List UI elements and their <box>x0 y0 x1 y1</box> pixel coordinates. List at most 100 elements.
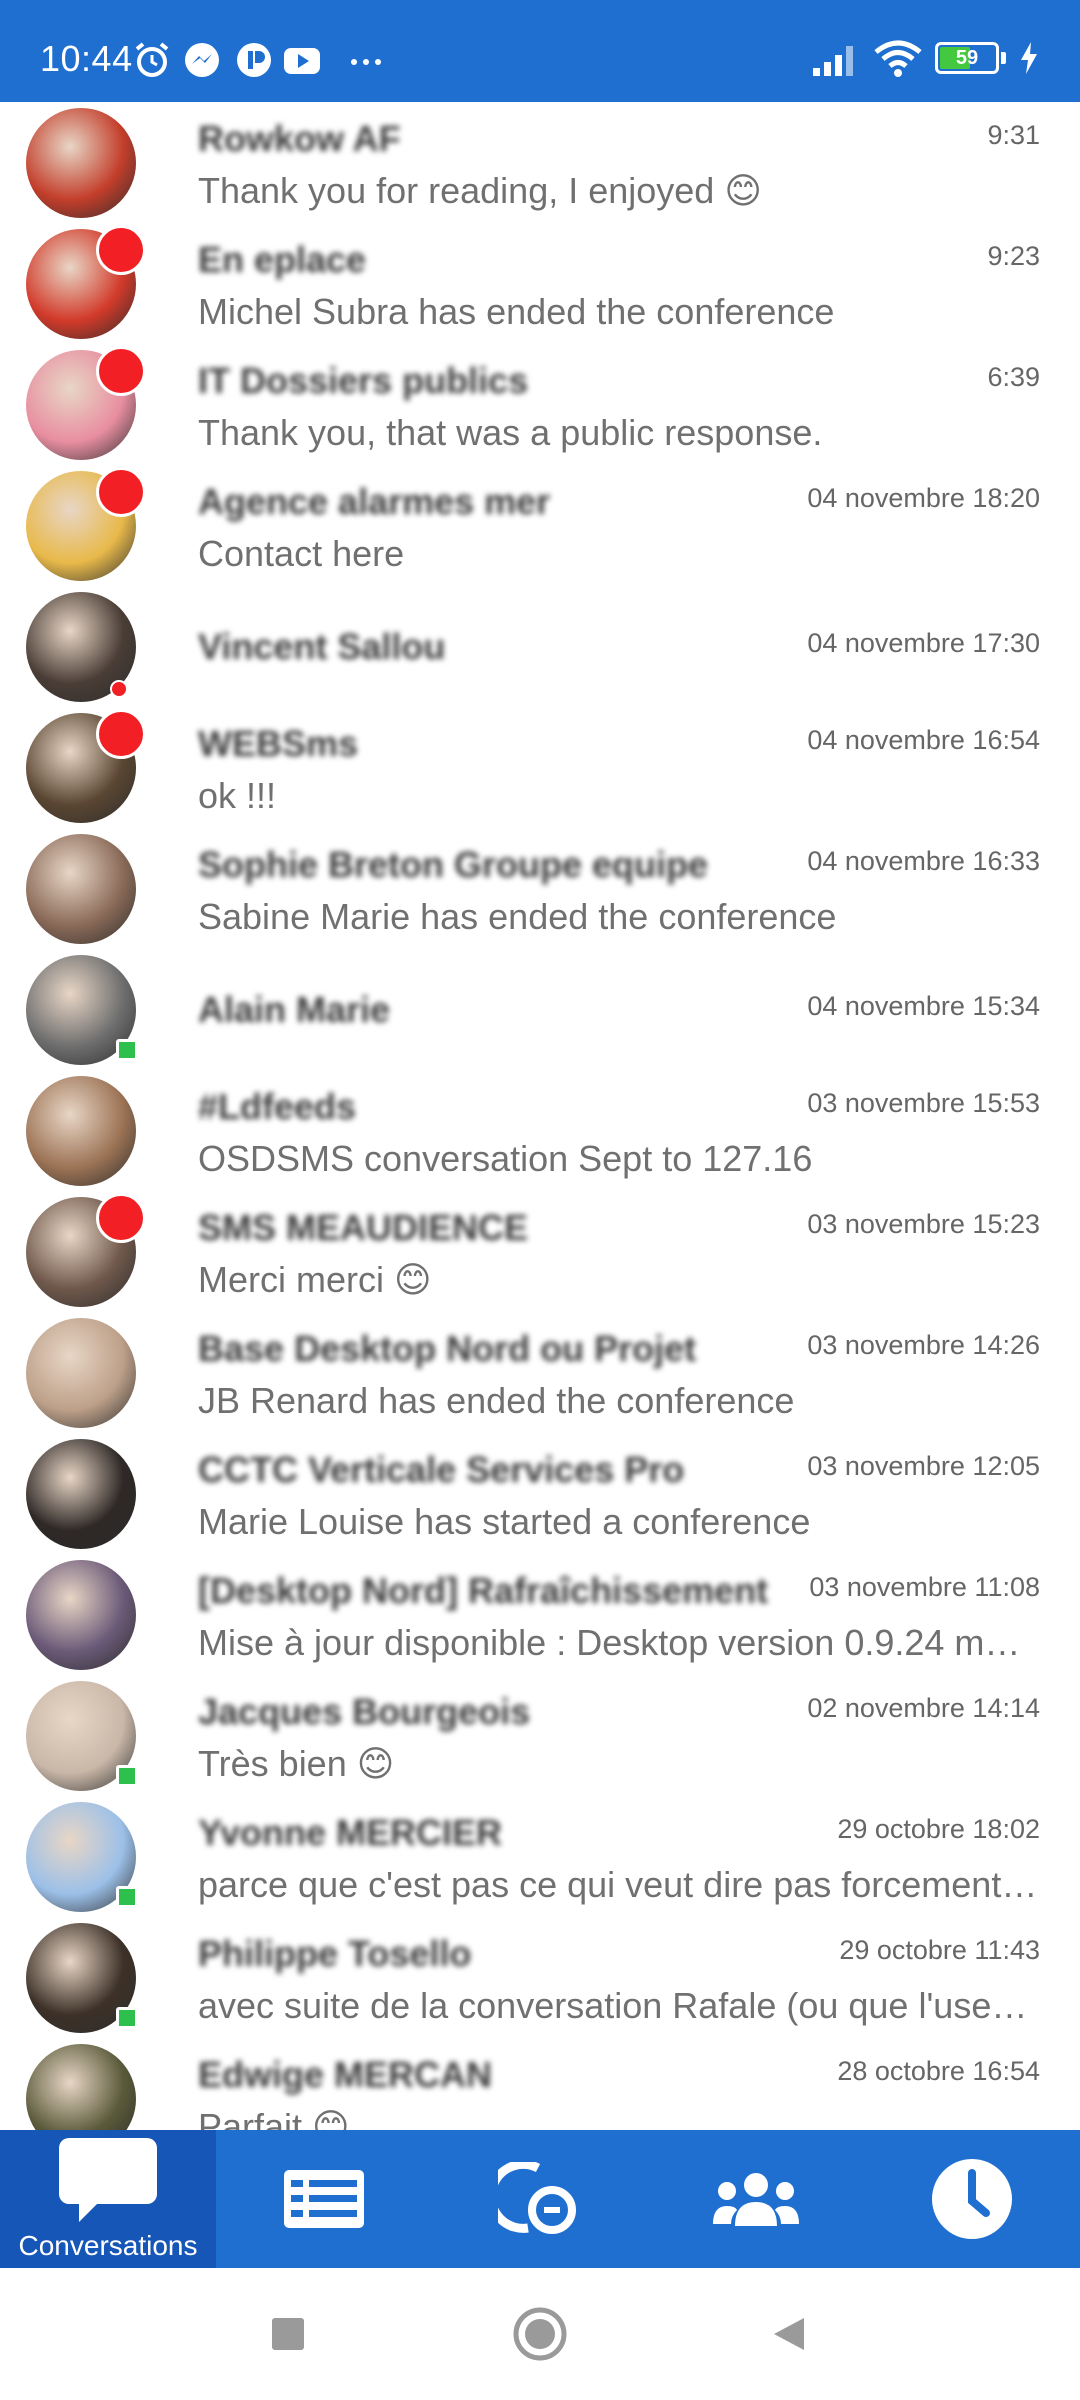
contacts-group-icon <box>713 2173 799 2226</box>
conversation-preview: OSDSMS conversation Sept to 127.16 <box>198 1138 813 1179</box>
home-icon <box>513 2307 567 2361</box>
tab-history[interactable] <box>864 2130 1080 2268</box>
conversation-row[interactable]: CCTC Verticale Services Pro Marie Louise … <box>0 1433 1080 1554</box>
bottom-nav: Conversations <box>0 2130 1080 2268</box>
conversation-row[interactable]: Vincent Sallou 04 novembre 17:30 <box>0 586 1080 707</box>
conversation-row[interactable]: Edwige MERCAN Parfait 😊 28 octobre 16:54 <box>0 2038 1080 2130</box>
conversation-row[interactable]: #Ldfeeds OSDSMS conversation Sept to 127.… <box>0 1070 1080 1191</box>
avatar <box>26 1193 146 1307</box>
conversation-name: Alain Marie <box>198 989 391 1030</box>
online-indicator <box>116 1039 138 1061</box>
avatar <box>26 2044 136 2130</box>
conversation-row[interactable]: Jacques Bourgeois Très bien 😊 02 novembre … <box>0 1675 1080 1796</box>
status-icons: 59 <box>811 38 1040 78</box>
conversation-time: 04 novembre 16:33 <box>807 846 1040 876</box>
tab-contacts[interactable] <box>648 2130 864 2268</box>
conversation-time: 02 novembre 14:14 <box>807 1693 1040 1723</box>
avatar-image <box>26 1318 136 1428</box>
tab-news[interactable] <box>216 2130 432 2268</box>
conversation-name: CCTC Verticale Services Pro <box>198 1449 685 1490</box>
conversation-time: 03 novembre 15:23 <box>807 1209 1040 1239</box>
youtube-icon <box>284 48 320 74</box>
conversation-row[interactable]: WEBSms ok !!! 04 novembre 16:54 <box>0 707 1080 828</box>
conversation-time: 29 octobre 18:02 <box>837 1814 1040 1844</box>
call-search-icon <box>498 2162 576 2234</box>
avatar <box>26 1439 136 1549</box>
conversation-row[interactable]: IT Dossiers publics Thank you, that was a… <box>0 344 1080 465</box>
conversation-name: #Ldfeeds <box>198 1086 357 1127</box>
unread-badge <box>96 1193 146 1243</box>
online-indicator <box>116 2007 138 2029</box>
avatar <box>26 1681 138 1791</box>
recents-button[interactable] <box>248 2294 328 2374</box>
conversation-name: En eplace <box>198 239 367 280</box>
conversation-row[interactable]: Alain Marie 04 novembre 15:34 <box>0 949 1080 1070</box>
conversation-row[interactable]: Agence alarmes mer Contact here 04 novembr… <box>0 465 1080 586</box>
conversation-row[interactable]: Base Desktop Nord ou Projet JB Renard has… <box>0 1312 1080 1433</box>
conversation-preview: Thank you for reading, I enjoyed 😊 <box>198 170 762 211</box>
conversation-row[interactable]: Rowkow AF Thank you for reading, I enjoye… <box>0 102 1080 223</box>
home-button[interactable] <box>500 2294 580 2374</box>
conversation-row[interactable]: En eplace Michel Subra has ended the conf… <box>0 223 1080 344</box>
avatar <box>26 467 146 581</box>
conversation-preview: Parfait 😊 <box>198 2106 350 2130</box>
back-button[interactable] <box>750 2294 830 2374</box>
avatar <box>26 1318 136 1428</box>
tab-conversations[interactable]: Conversations <box>0 2130 216 2268</box>
avatar-image <box>26 1560 136 1670</box>
avatar <box>26 834 136 944</box>
conversation-time: 04 novembre 15:34 <box>807 991 1040 1021</box>
conversation-time: 9:31 <box>987 120 1040 150</box>
avatar-image <box>26 1439 136 1549</box>
avatar <box>26 709 146 823</box>
avatar <box>26 1923 138 2033</box>
conversation-preview: Marie Louise has started a conference <box>198 1501 811 1542</box>
unread-badge <box>96 346 146 396</box>
avatar <box>26 346 146 460</box>
messenger-icon <box>185 43 219 77</box>
conversation-row[interactable]: [Desktop Nord] Rafraîchissement Mise à jo… <box>0 1554 1080 1675</box>
online-indicator <box>116 1765 138 1787</box>
tab-calls[interactable] <box>432 2130 648 2268</box>
conversation-name: Yvonne MERCIER <box>198 1812 503 1853</box>
conversation-name: Jacques Bourgeois <box>198 1691 531 1732</box>
news-list-icon <box>284 2170 364 2228</box>
avatar <box>26 225 146 339</box>
chat-bubble-icon <box>59 2138 157 2222</box>
status-dot <box>110 680 128 698</box>
conversation-preview: Thank you, that was a public response. <box>198 412 823 453</box>
charging-icon <box>1021 42 1037 74</box>
conversation-time: 6:39 <box>987 362 1040 392</box>
conversation-time: 03 novembre 15:53 <box>807 1088 1040 1118</box>
status-bar: 10:44 59 <box>0 0 1080 102</box>
conversation-preview: Très bien 😊 <box>198 1743 395 1784</box>
avatar-image <box>26 2044 136 2130</box>
avatar-image <box>26 108 136 218</box>
conversation-row[interactable]: SMS MEAUDIENCE Merci merci 😊 03 novembre 1… <box>0 1191 1080 1312</box>
avatar-image <box>26 834 136 944</box>
online-indicator <box>116 1886 138 1908</box>
more-icon <box>351 59 381 65</box>
battery-tip <box>1001 52 1006 64</box>
conversation-row[interactable]: Philippe Tosello avec suite de la convers… <box>0 1917 1080 2038</box>
conversation-time: 04 novembre 17:30 <box>807 628 1040 658</box>
conversation-preview: Sabine Marie has ended the conference <box>198 896 837 937</box>
alarm-icon <box>135 42 169 77</box>
conversation-name: Base Desktop Nord ou Projet <box>198 1328 697 1369</box>
conversation-preview: ok !!! <box>198 775 277 816</box>
conversation-name: Vincent Sallou <box>198 626 446 667</box>
conversation-row[interactable]: Sophie Breton Groupe equipe Sabine Marie … <box>0 828 1080 949</box>
conversation-name: Philippe Tosello <box>198 1933 472 1974</box>
avatar-image <box>26 1076 136 1186</box>
system-nav-bar <box>0 2268 1080 2400</box>
conversation-name: Edwige MERCAN <box>198 2054 493 2095</box>
conversation-list[interactable]: Rowkow AF Thank you for reading, I enjoye… <box>0 102 1080 2130</box>
conversation-preview: Merci merci 😊 <box>198 1259 432 1300</box>
wifi-icon <box>874 40 922 77</box>
conversation-preview: Mise à jour disponible : Desktop version… <box>198 1622 1021 1663</box>
conversation-preview: avec suite de la conversation Rafale (ou… <box>198 1985 1028 2026</box>
conversation-time: 03 novembre 14:26 <box>807 1330 1040 1360</box>
conversation-time: 03 novembre 12:05 <box>807 1451 1040 1481</box>
conversation-time: 04 novembre 18:20 <box>807 483 1040 513</box>
conversation-row[interactable]: Yvonne MERCIER parce que c'est pas ce qui… <box>0 1796 1080 1917</box>
